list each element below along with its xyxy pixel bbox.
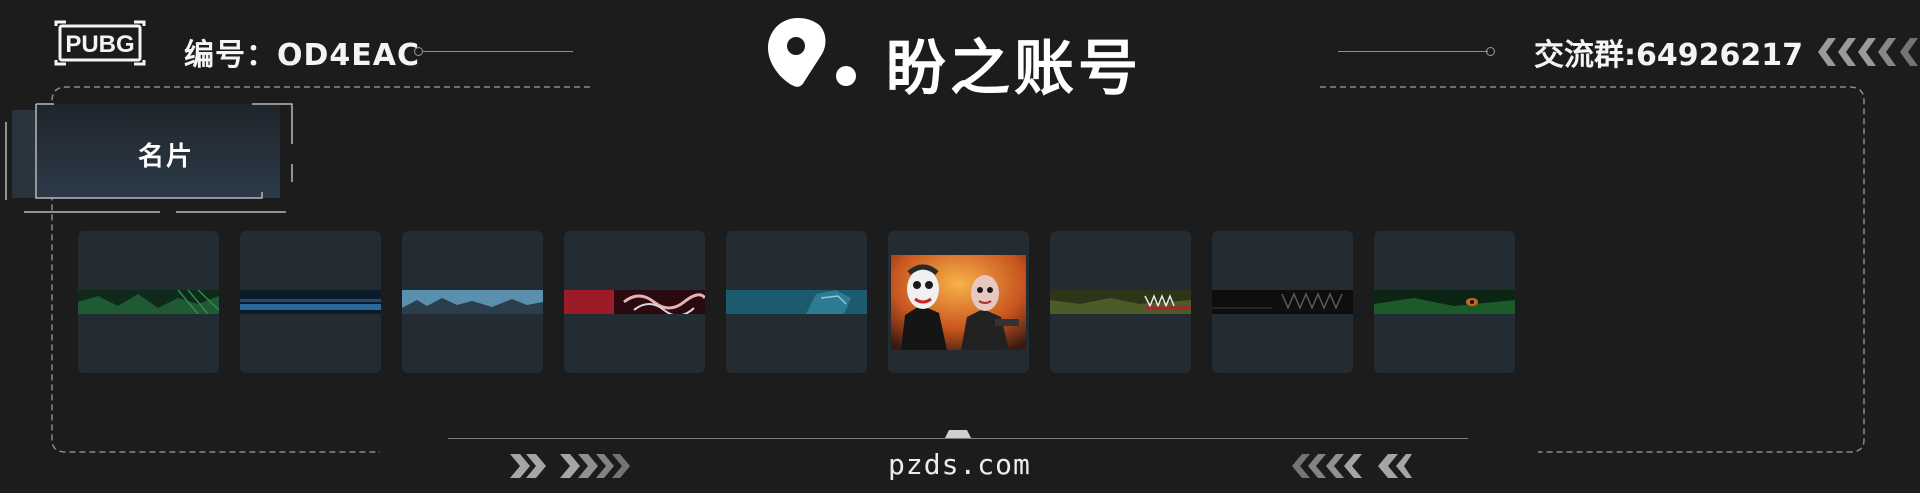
group-number-label: 交流群:64926217 — [1534, 38, 1803, 73]
pubg-logo: PUBG — [54, 20, 146, 66]
pubg-logo-text: PUBG — [65, 31, 134, 58]
nameplate-card[interactable] — [1050, 231, 1191, 373]
nameplate-card[interactable] — [726, 231, 867, 373]
nameplate-card[interactable] — [240, 231, 381, 373]
nameplate-card[interactable] — [1374, 231, 1515, 373]
chevron-left-icon — [1818, 38, 1918, 66]
nameplate-card[interactable] — [1212, 231, 1353, 373]
nameplate-image — [402, 290, 543, 314]
brand-pin-icon — [768, 18, 856, 87]
nameplate-image — [1374, 290, 1515, 314]
section-title: 名片 — [138, 142, 195, 172]
brand-name: 盼之账号 — [886, 34, 1142, 104]
nameplate-image — [1212, 290, 1353, 314]
footer-url[interactable]: pzds.com — [888, 448, 1031, 481]
nameplate-image — [564, 290, 705, 314]
nameplate-image — [240, 290, 381, 314]
account-id-label: 编号：OD4EAC — [184, 38, 421, 73]
nameplate-image — [726, 290, 867, 314]
left-deco-line — [423, 51, 573, 52]
nameplate-card[interactable] — [564, 231, 705, 373]
right-deco-line — [1338, 51, 1488, 52]
right-deco-dot — [1486, 47, 1495, 56]
nameplate-card[interactable] — [78, 231, 219, 373]
nameplate-image — [78, 290, 219, 314]
nameplate-image — [891, 255, 1026, 350]
chevron-left-icon — [1292, 454, 1412, 478]
chevron-right-icon — [510, 454, 630, 478]
nameplate-card[interactable] — [402, 231, 543, 373]
footer-tab-marker — [945, 430, 971, 438]
nameplate-list — [78, 231, 1518, 373]
footer-divider — [448, 438, 1468, 439]
nameplate-image — [1050, 290, 1191, 314]
nameplate-card-featured[interactable] — [888, 231, 1029, 373]
left-deco-dot — [414, 47, 423, 56]
